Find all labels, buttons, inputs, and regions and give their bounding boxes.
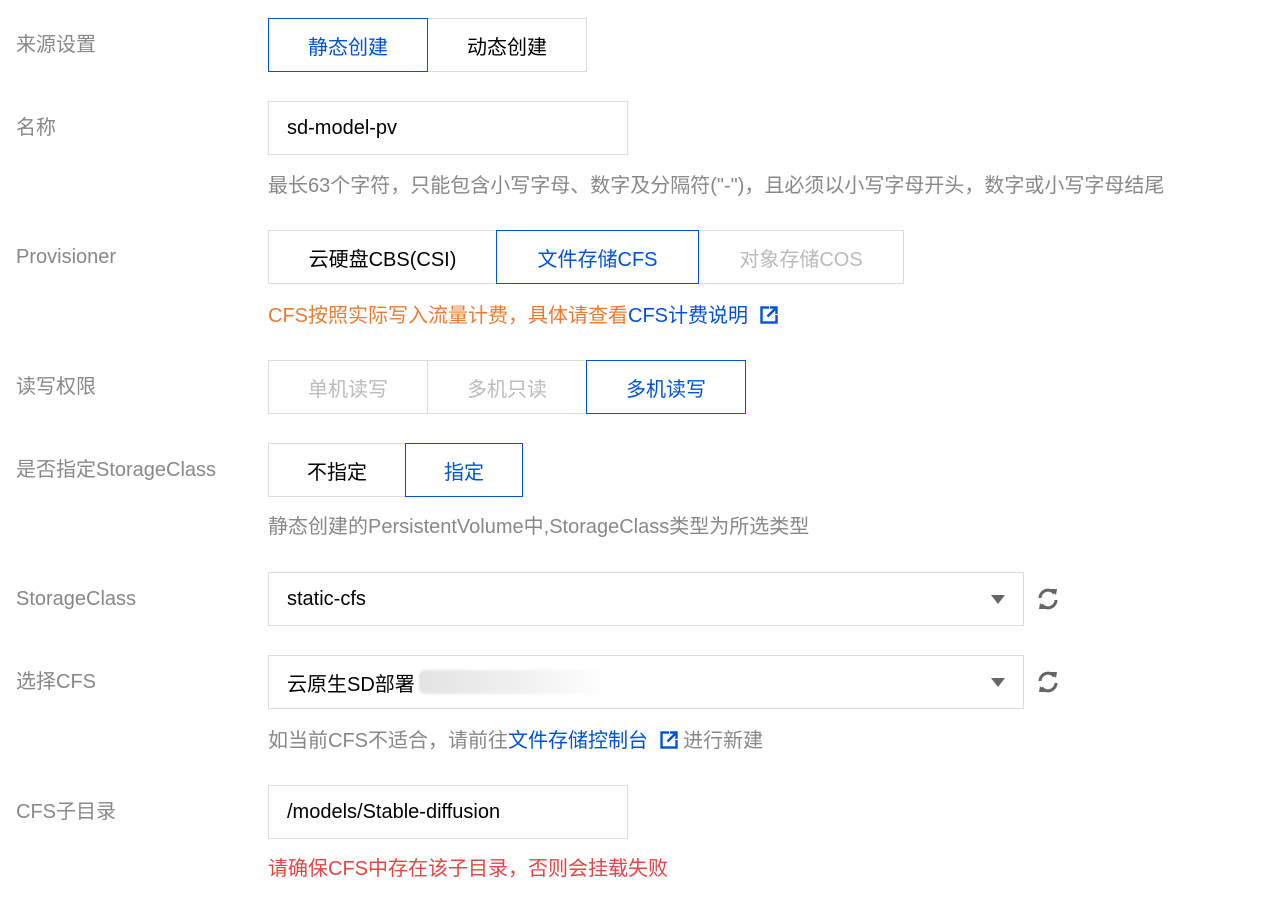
access-multi-rw-option[interactable]: 多机读写 bbox=[586, 360, 746, 414]
refresh-icon[interactable] bbox=[1034, 585, 1062, 613]
provisioner-note-text: CFS按照实际写入流量计费，具体请查看 bbox=[268, 305, 628, 327]
specify-sc-yes-option[interactable]: 指定 bbox=[405, 443, 523, 497]
source-static-option[interactable]: 静态创建 bbox=[268, 18, 428, 72]
subdir-input[interactable]: /models/Stable-diffusion bbox=[268, 785, 628, 839]
dropdown-caret-icon bbox=[991, 678, 1005, 687]
specify-sc-segmented-control: 不指定 指定 bbox=[268, 443, 523, 497]
provisioner-cfs-option[interactable]: 文件存储CFS bbox=[496, 230, 699, 284]
cfs-label: 选择CFS bbox=[16, 671, 96, 693]
cfs-value: 云原生SD部署 bbox=[287, 673, 415, 696]
cfs-hint-post: 进行新建 bbox=[683, 730, 764, 752]
provisioner-cbs-option[interactable]: 云硬盘CBS(CSI) bbox=[268, 230, 497, 284]
specify-sc-no-option[interactable]: 不指定 bbox=[268, 443, 406, 497]
provisioner-cos-option: 对象存储COS bbox=[698, 230, 904, 284]
specify-sc-label: 是否指定StorageClass bbox=[16, 459, 217, 481]
cfs-hint-pre: 如当前CFS不适合，请前往 bbox=[268, 730, 508, 752]
storage-class-label: StorageClass bbox=[16, 588, 137, 610]
storage-class-select[interactable]: static-cfs bbox=[268, 572, 1024, 626]
access-segmented-control: 单机读写 多机只读 多机读写 bbox=[268, 360, 746, 414]
subdir-label: CFS子目录 bbox=[16, 801, 116, 823]
cfs-hint: 如当前CFS不适合，请前往文件存储控制台 进行新建 bbox=[268, 727, 763, 755]
dropdown-caret-icon bbox=[991, 595, 1005, 604]
access-label: 读写权限 bbox=[16, 376, 96, 398]
access-multi-ro-option: 多机只读 bbox=[427, 360, 587, 414]
provisioner-billing-note: CFS按照实际写入流量计费，具体请查看CFS计费说明 bbox=[268, 302, 778, 330]
cfs-select[interactable]: 云原生SD部署 bbox=[268, 655, 1024, 709]
name-input[interactable]: sd-model-pv bbox=[268, 101, 628, 155]
provisioner-label: Provisioner bbox=[16, 246, 117, 268]
source-segmented-control: 静态创建 动态创建 bbox=[268, 18, 587, 72]
provisioner-segmented-control: 云硬盘CBS(CSI) 文件存储CFS 对象存储COS bbox=[268, 230, 904, 284]
external-link-icon[interactable] bbox=[759, 306, 778, 324]
cfs-billing-link[interactable]: CFS计费说明 bbox=[628, 305, 748, 327]
name-label: 名称 bbox=[16, 117, 56, 139]
subdir-warning: 请确保CFS中存在该子目录，否则会挂载失败 bbox=[268, 858, 668, 880]
specify-sc-hint: 静态创建的PersistentVolume中,StorageClass类型为所选… bbox=[268, 516, 810, 538]
cfs-console-link[interactable]: 文件存储控制台 bbox=[508, 730, 648, 752]
source-label: 来源设置 bbox=[16, 34, 96, 56]
source-dynamic-option[interactable]: 动态创建 bbox=[427, 18, 587, 72]
access-single-rw-option: 单机读写 bbox=[268, 360, 428, 414]
name-hint: 最长63个字符，只能包含小写字母、数字及分隔符("-")，且必须以小写字母开头，… bbox=[268, 175, 1165, 197]
refresh-icon[interactable] bbox=[1034, 668, 1062, 696]
storage-class-value: static-cfs bbox=[287, 587, 366, 610]
external-link-icon[interactable] bbox=[659, 731, 678, 749]
redacted-area bbox=[418, 670, 609, 694]
